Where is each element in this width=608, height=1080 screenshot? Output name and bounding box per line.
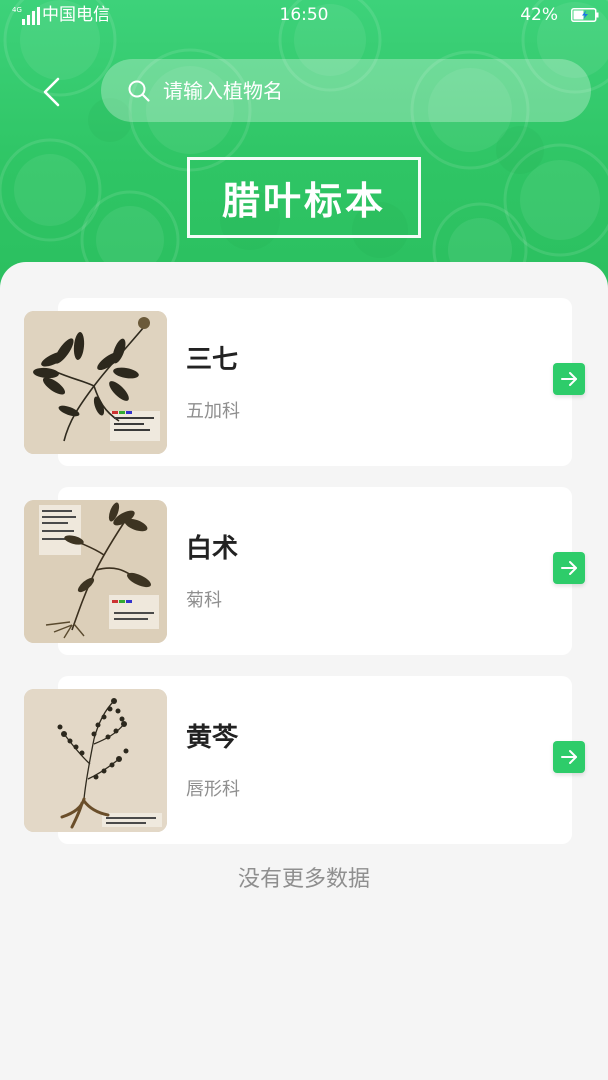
back-button[interactable] <box>30 70 74 114</box>
specimen-image <box>24 500 167 643</box>
plant-name: 三七 <box>186 345 239 375</box>
plant-name: 黄芩 <box>186 723 239 753</box>
page-title-box: 腊叶标本 <box>187 157 421 238</box>
view-detail-button[interactable] <box>553 741 585 773</box>
search-input[interactable] <box>163 59 563 122</box>
plant-family: 唇形科 <box>186 779 240 800</box>
status-time: 16:50 <box>279 5 329 25</box>
specimen-image <box>24 689 167 832</box>
no-more-data-text: 没有更多数据 <box>237 867 370 892</box>
header: 4G 中国电信 16:50 42% 腊叶标本 <box>0 0 608 300</box>
arrow-right-icon <box>561 750 577 764</box>
plant-family: 菊科 <box>186 590 222 611</box>
arrow-right-icon <box>561 372 577 386</box>
plant-family: 五加科 <box>186 401 240 422</box>
plant-thumbnail[interactable] <box>24 500 167 643</box>
plant-thumbnail[interactable] <box>24 689 167 832</box>
view-detail-button[interactable] <box>553 363 585 395</box>
arrow-right-icon <box>561 561 577 575</box>
battery-icon <box>571 8 599 22</box>
plant-name: 白术 <box>186 534 239 564</box>
specimen-image <box>24 311 167 454</box>
chevron-left-icon <box>43 77 60 107</box>
plant-thumbnail[interactable] <box>24 311 167 454</box>
view-detail-button[interactable] <box>553 552 585 584</box>
search-icon <box>128 80 150 102</box>
herb-background-image <box>0 0 608 298</box>
page-title: 腊叶标本 <box>221 179 386 223</box>
search-bar[interactable] <box>101 59 591 122</box>
battery-percentage: 42% <box>520 5 558 25</box>
status-bar: 4G 中国电信 16:50 42% <box>0 0 608 32</box>
